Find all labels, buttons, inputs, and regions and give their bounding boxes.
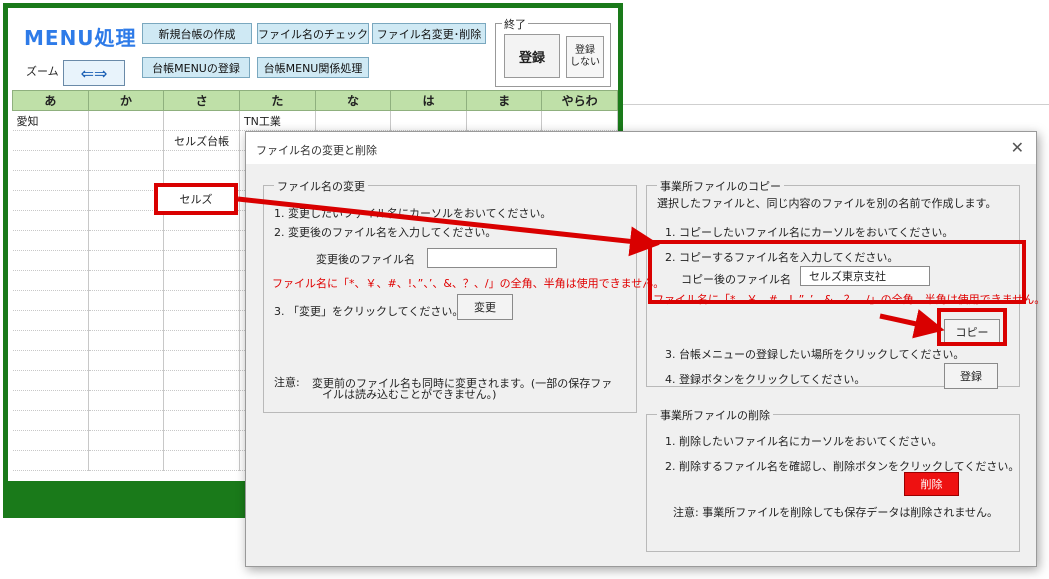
close-icon[interactable]: ✕ [1011, 138, 1024, 157]
table-row: 愛知 TN工業 [12, 110, 618, 131]
dialog-title: ファイル名の変更と削除 [256, 144, 377, 157]
zoom-label: ズーム [26, 65, 59, 78]
copy-register-button[interactable]: 登録 [944, 363, 998, 389]
column-header: た [238, 90, 316, 111]
rename-button[interactable]: 変更 [457, 294, 513, 320]
zoom-arrows-button[interactable]: ⇐⇒ [63, 60, 125, 86]
copy-description: 選択したファイルと、同じ内容のファイルを別の名前で作成します。 [657, 197, 997, 210]
rename-step2: 2. 変更後のファイル名を入力してください。 [274, 226, 497, 239]
copy-step1: 1. コピーしたいファイル名にカーソルをおいてください。 [665, 226, 954, 239]
grid-cell-aichi[interactable]: 愛知 [12, 110, 89, 131]
rename-delete-dialog: ファイル名の変更と削除 ✕ ファイル名の変更 1. 変更したいファイル名にカーソ… [245, 131, 1045, 567]
grid-header-row: あ か さ た な は ま やらわ [12, 90, 618, 111]
column-header: あ [12, 90, 89, 111]
delete-group: 事業所ファイルの削除 1. 削除したいファイル名にカーソルをおいてください。 2… [646, 407, 1020, 552]
column-header: さ [163, 90, 240, 111]
change-delete-button[interactable]: ファイル名変更･削除 [372, 23, 486, 44]
no-register-label-2: しない [570, 57, 600, 68]
menu-process-button[interactable]: 台帳MENU関係処理 [257, 57, 369, 78]
no-register-finish-button[interactable]: 登録 しない [566, 36, 604, 78]
copy-step2-highlight [648, 240, 1026, 304]
rename-warning: ファイル名に「*、￥、#、!、”、’、&、？、/」の全角、半角は使用できません。 [272, 277, 665, 290]
copy-legend: 事業所ファイルのコピー [657, 178, 784, 194]
column-header: は [390, 90, 467, 111]
menu-title: MENU処理 [24, 26, 137, 50]
column-header: な [314, 90, 392, 111]
rename-step1: 1. 変更したいファイル名にカーソルをおいてください。 [274, 207, 552, 220]
grid-cell-selz-ledger[interactable]: セルズ台帳 [163, 130, 240, 151]
finish-group: 終了 登録 登録 しない [495, 16, 611, 87]
finish-legend: 終了 [502, 16, 528, 32]
column-header: か [87, 90, 165, 111]
copy-step4: 4. 登録ボタンをクリックしてください。 [665, 373, 866, 386]
register-finish-button[interactable]: 登録 [504, 34, 560, 78]
dialog-titlebar: ファイル名の変更と削除 ✕ [246, 132, 1036, 164]
rename-legend: ファイル名の変更 [274, 178, 368, 194]
column-header: やらわ [541, 90, 618, 111]
selz-cell-highlight[interactable]: セルズ [154, 183, 238, 215]
rename-filename-input[interactable] [427, 248, 557, 268]
delete-button[interactable]: 削除 [904, 472, 959, 496]
rename-step3: 3. 「変更」をクリックしてください。 [274, 305, 464, 318]
rename-note-label: 注意: [274, 376, 300, 389]
delete-note: 注意: 事業所ファイルを削除しても保存データは削除されません。 [673, 506, 998, 519]
grid-cell-selz: セルズ [179, 193, 213, 206]
grid-cell-tn[interactable]: TN工業 [239, 110, 316, 131]
new-ledger-button[interactable]: 新規台帳の作成 [142, 23, 252, 44]
register-menu-button[interactable]: 台帳MENUの登録 [142, 57, 250, 78]
column-header: ま [465, 90, 543, 111]
divider-line [623, 104, 1049, 105]
copy-step3: 3. 台帳メニューの登録したい場所をクリックしてください。 [665, 348, 965, 361]
no-register-label-1: 登録 [575, 45, 595, 56]
copy-button-highlight [937, 308, 1007, 346]
delete-legend: 事業所ファイルの削除 [657, 407, 773, 423]
delete-step2: 2. 削除するファイル名を確認し、削除ボタンをクリックしてください。 [665, 460, 1020, 473]
rename-group: ファイル名の変更 1. 変更したいファイル名にカーソルをおいてください。 2. … [263, 178, 664, 413]
delete-step1: 1. 削除したいファイル名にカーソルをおいてください。 [665, 435, 943, 448]
check-filename-button[interactable]: ファイル名のチェック [257, 23, 369, 44]
rename-note-line2: イルは読み込むことができません。) [322, 388, 497, 401]
rename-field-label: 変更後のファイル名 [316, 253, 415, 266]
